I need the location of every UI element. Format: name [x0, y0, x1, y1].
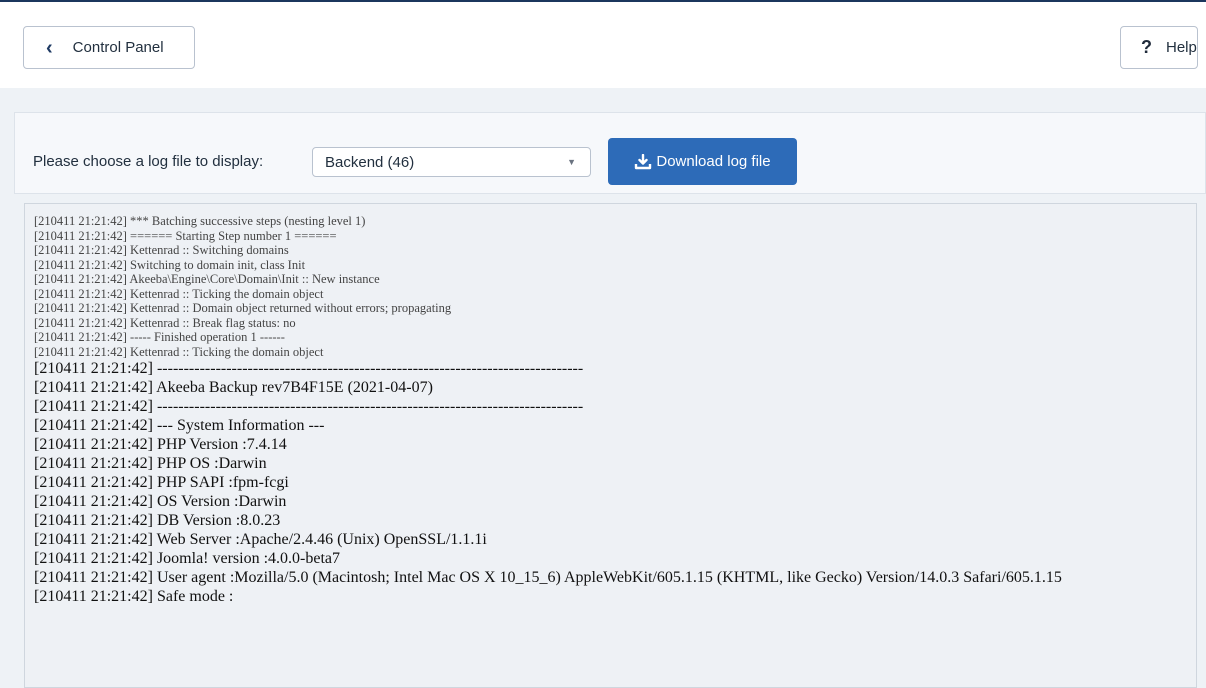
log-line: [210411 21:21:42] Akeeba\Engine\Core\Dom… [34, 272, 380, 286]
log-line: [210411 21:21:42] PHP SAPI :fpm-fcgi [34, 474, 289, 491]
control-panel-button[interactable]: ‹ Control Panel [23, 26, 195, 69]
download-icon [635, 153, 652, 169]
log-line: [210411 21:21:42] Akeeba Backup rev7B4F1… [34, 379, 433, 396]
log-line: [210411 21:21:42] ====== Starting Step n… [34, 228, 337, 243]
toolbar: ‹ Control Panel ? Help [0, 2, 1206, 88]
log-line: [210411 21:21:42] OS Version :Darwin [34, 493, 287, 510]
log-line: [210411 21:21:42] Safe mode : [34, 588, 234, 605]
log-viewer[interactable]: [210411 21:21:42] *** Batching successiv… [24, 203, 1197, 688]
download-log-label: Download log file [656, 153, 771, 170]
log-line: [210411 21:21:42] PHP OS :Darwin [34, 455, 267, 472]
log-line: [210411 21:21:42] User agent :Mozilla/5.… [34, 569, 1062, 586]
log-line: [210411 21:21:42] Kettenrad :: Break fla… [34, 315, 296, 330]
choose-log-label: Please choose a log file to display: [33, 153, 264, 170]
chevron-left-icon: ‹ [46, 36, 53, 59]
log-line: [210411 21:21:42] Kettenrad :: Ticking t… [34, 344, 324, 359]
help-label: Help [1166, 39, 1197, 56]
log-line: [210411 21:21:42] DB Version :8.0.23 [34, 512, 281, 529]
log-file-select[interactable]: Backend (46) ▼ [312, 147, 591, 177]
log-file-select-value: Backend (46) [325, 153, 415, 171]
control-panel-label: Control Panel [72, 39, 164, 56]
download-log-button[interactable]: Download log file [608, 138, 797, 185]
question-icon: ? [1141, 37, 1152, 57]
help-button[interactable]: ? Help [1120, 26, 1198, 69]
log-line: [210411 21:21:42] *** Batching successiv… [34, 214, 366, 228]
log-line: [210411 21:21:42] Joomla! version :4.0.0… [34, 550, 341, 567]
log-line: [210411 21:21:42] Web Server :Apache/2.4… [34, 531, 487, 548]
log-line: [210411 21:21:42] Kettenrad :: Domain ob… [34, 301, 452, 315]
dropdown-caret-icon: ▼ [567, 157, 576, 167]
log-line: [210411 21:21:42] ----------------------… [34, 398, 584, 415]
log-line: [210411 21:21:42] Kettenrad :: Switching… [34, 243, 289, 257]
log-line: [210411 21:21:42] Kettenrad :: Ticking t… [34, 286, 324, 301]
log-line: [210411 21:21:42] ----- Finished operati… [34, 330, 285, 344]
log-line: [210411 21:21:42] ----------------------… [34, 360, 584, 377]
log-line: [210411 21:21:42] PHP Version :7.4.14 [34, 436, 287, 453]
log-line: [210411 21:21:42] --- System Information… [34, 417, 325, 434]
log-line: [210411 21:21:42] Switching to domain in… [34, 257, 306, 272]
